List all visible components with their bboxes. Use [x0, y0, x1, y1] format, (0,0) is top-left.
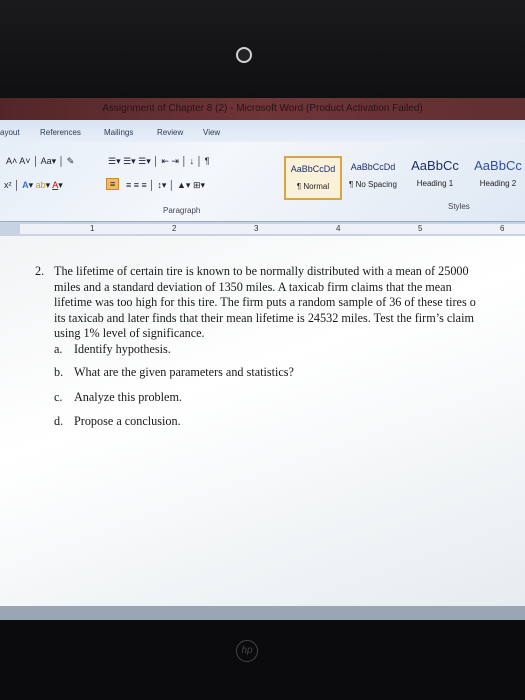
hp-logo: hp: [236, 640, 258, 662]
part-a: a. Identify hypothesis.: [35, 342, 476, 358]
window-title: Assignment of Chapter 8 (2) - Microsoft …: [0, 98, 525, 120]
tab-view[interactable]: View: [203, 128, 220, 137]
document-page[interactable]: 2. The lifetime of certain tire is known…: [0, 236, 525, 606]
question-line: The lifetime of certain tire is known to…: [54, 264, 469, 278]
webcam-icon: [236, 47, 252, 63]
ruler-mark: 3: [254, 224, 259, 233]
question-2: 2. The lifetime of certain tire is known…: [35, 264, 476, 430]
question-number: 2.: [35, 264, 45, 278]
style-label: ¶ No Spacing: [349, 180, 397, 189]
question-line: its taxicab and later finds that their m…: [54, 310, 474, 325]
style-label: Heading 1: [416, 179, 454, 188]
group-styles: Styles: [448, 202, 470, 211]
group-paragraph: Paragraph: [163, 206, 201, 215]
question-line: lifetime was too high for this tire. The…: [54, 295, 476, 309]
part-letter: c.: [54, 389, 63, 404]
laptop-bezel: [0, 0, 525, 98]
part-b: b. What are the given parameters and stat…: [35, 365, 476, 381]
status-bar: [0, 606, 525, 620]
tab-references[interactable]: References: [40, 128, 81, 137]
part-d: d. Propose a conclusion.: [35, 414, 476, 430]
tab-review[interactable]: Review: [157, 128, 183, 137]
style-label: ¶ Normal: [296, 182, 330, 191]
part-text: Propose a conclusion.: [74, 414, 181, 428]
part-letter: d.: [54, 414, 64, 428]
ribbon: A˄ A˅ │ Aa▾ │ ✎ x² │ A▾ ab▾ A▾ ☰▾ ☰▾ ☰▾ …: [0, 142, 525, 222]
ruler-mark: 4: [336, 224, 341, 233]
style-heading-1[interactable]: AaBbCc Heading 1: [406, 156, 464, 200]
grow-font-icon[interactable]: A˄ A˅ │ Aa▾ │ ✎: [6, 156, 74, 167]
align-icons[interactable]: ≡ ≡ ≡ │ ↕▾ │ ▲▾ ⊞▾: [126, 180, 205, 191]
tab-layout[interactable]: ayout: [0, 128, 20, 137]
part-text: What are the given parameters and statis…: [74, 365, 294, 379]
style-preview: AaBbCcDd: [350, 162, 396, 172]
part-letter: b.: [54, 365, 64, 379]
style-preview: AaBbCcDd: [290, 164, 336, 174]
style-label: Heading 2: [479, 179, 517, 188]
tab-mailings[interactable]: Mailings: [104, 128, 133, 137]
part-letter: a.: [54, 341, 63, 356]
ruler[interactable]: 1 2 3 4 5 6: [0, 222, 525, 236]
style-preview: AaBbCc: [411, 158, 459, 173]
part-text: Analyze this problem.: [74, 389, 182, 404]
ruler-mark: 1: [90, 224, 95, 233]
question-line: miles and a standard deviation of 1350 m…: [54, 279, 452, 294]
style-no-spacing[interactable]: AaBbCcDd ¶ No Spacing: [344, 156, 402, 200]
font-color-icon[interactable]: x² │ A▾ ab▾ A▾: [4, 180, 63, 191]
part-c: c. Analyze this problem.: [35, 390, 476, 406]
ribbon-tabs: ayout References Mailings Review View: [0, 120, 525, 142]
ruler-mark: 6: [500, 224, 505, 233]
part-text: Identify hypothesis.: [74, 341, 171, 356]
ruler-mark: 2: [172, 224, 177, 233]
align-left-icon[interactable]: ≡: [106, 178, 120, 190]
style-preview: AaBbCc: [474, 158, 522, 173]
style-heading-2[interactable]: AaBbCc Heading 2: [468, 156, 525, 200]
style-normal[interactable]: AaBbCcDd ¶ Normal: [284, 156, 342, 200]
ruler-mark: 5: [418, 224, 423, 233]
question-line: using 1% level of significance.: [54, 326, 205, 340]
bullets-icon[interactable]: ☰▾ ☰▾ ☰▾ │ ⇤ ⇥ │ ↓ │ ¶: [108, 156, 210, 167]
